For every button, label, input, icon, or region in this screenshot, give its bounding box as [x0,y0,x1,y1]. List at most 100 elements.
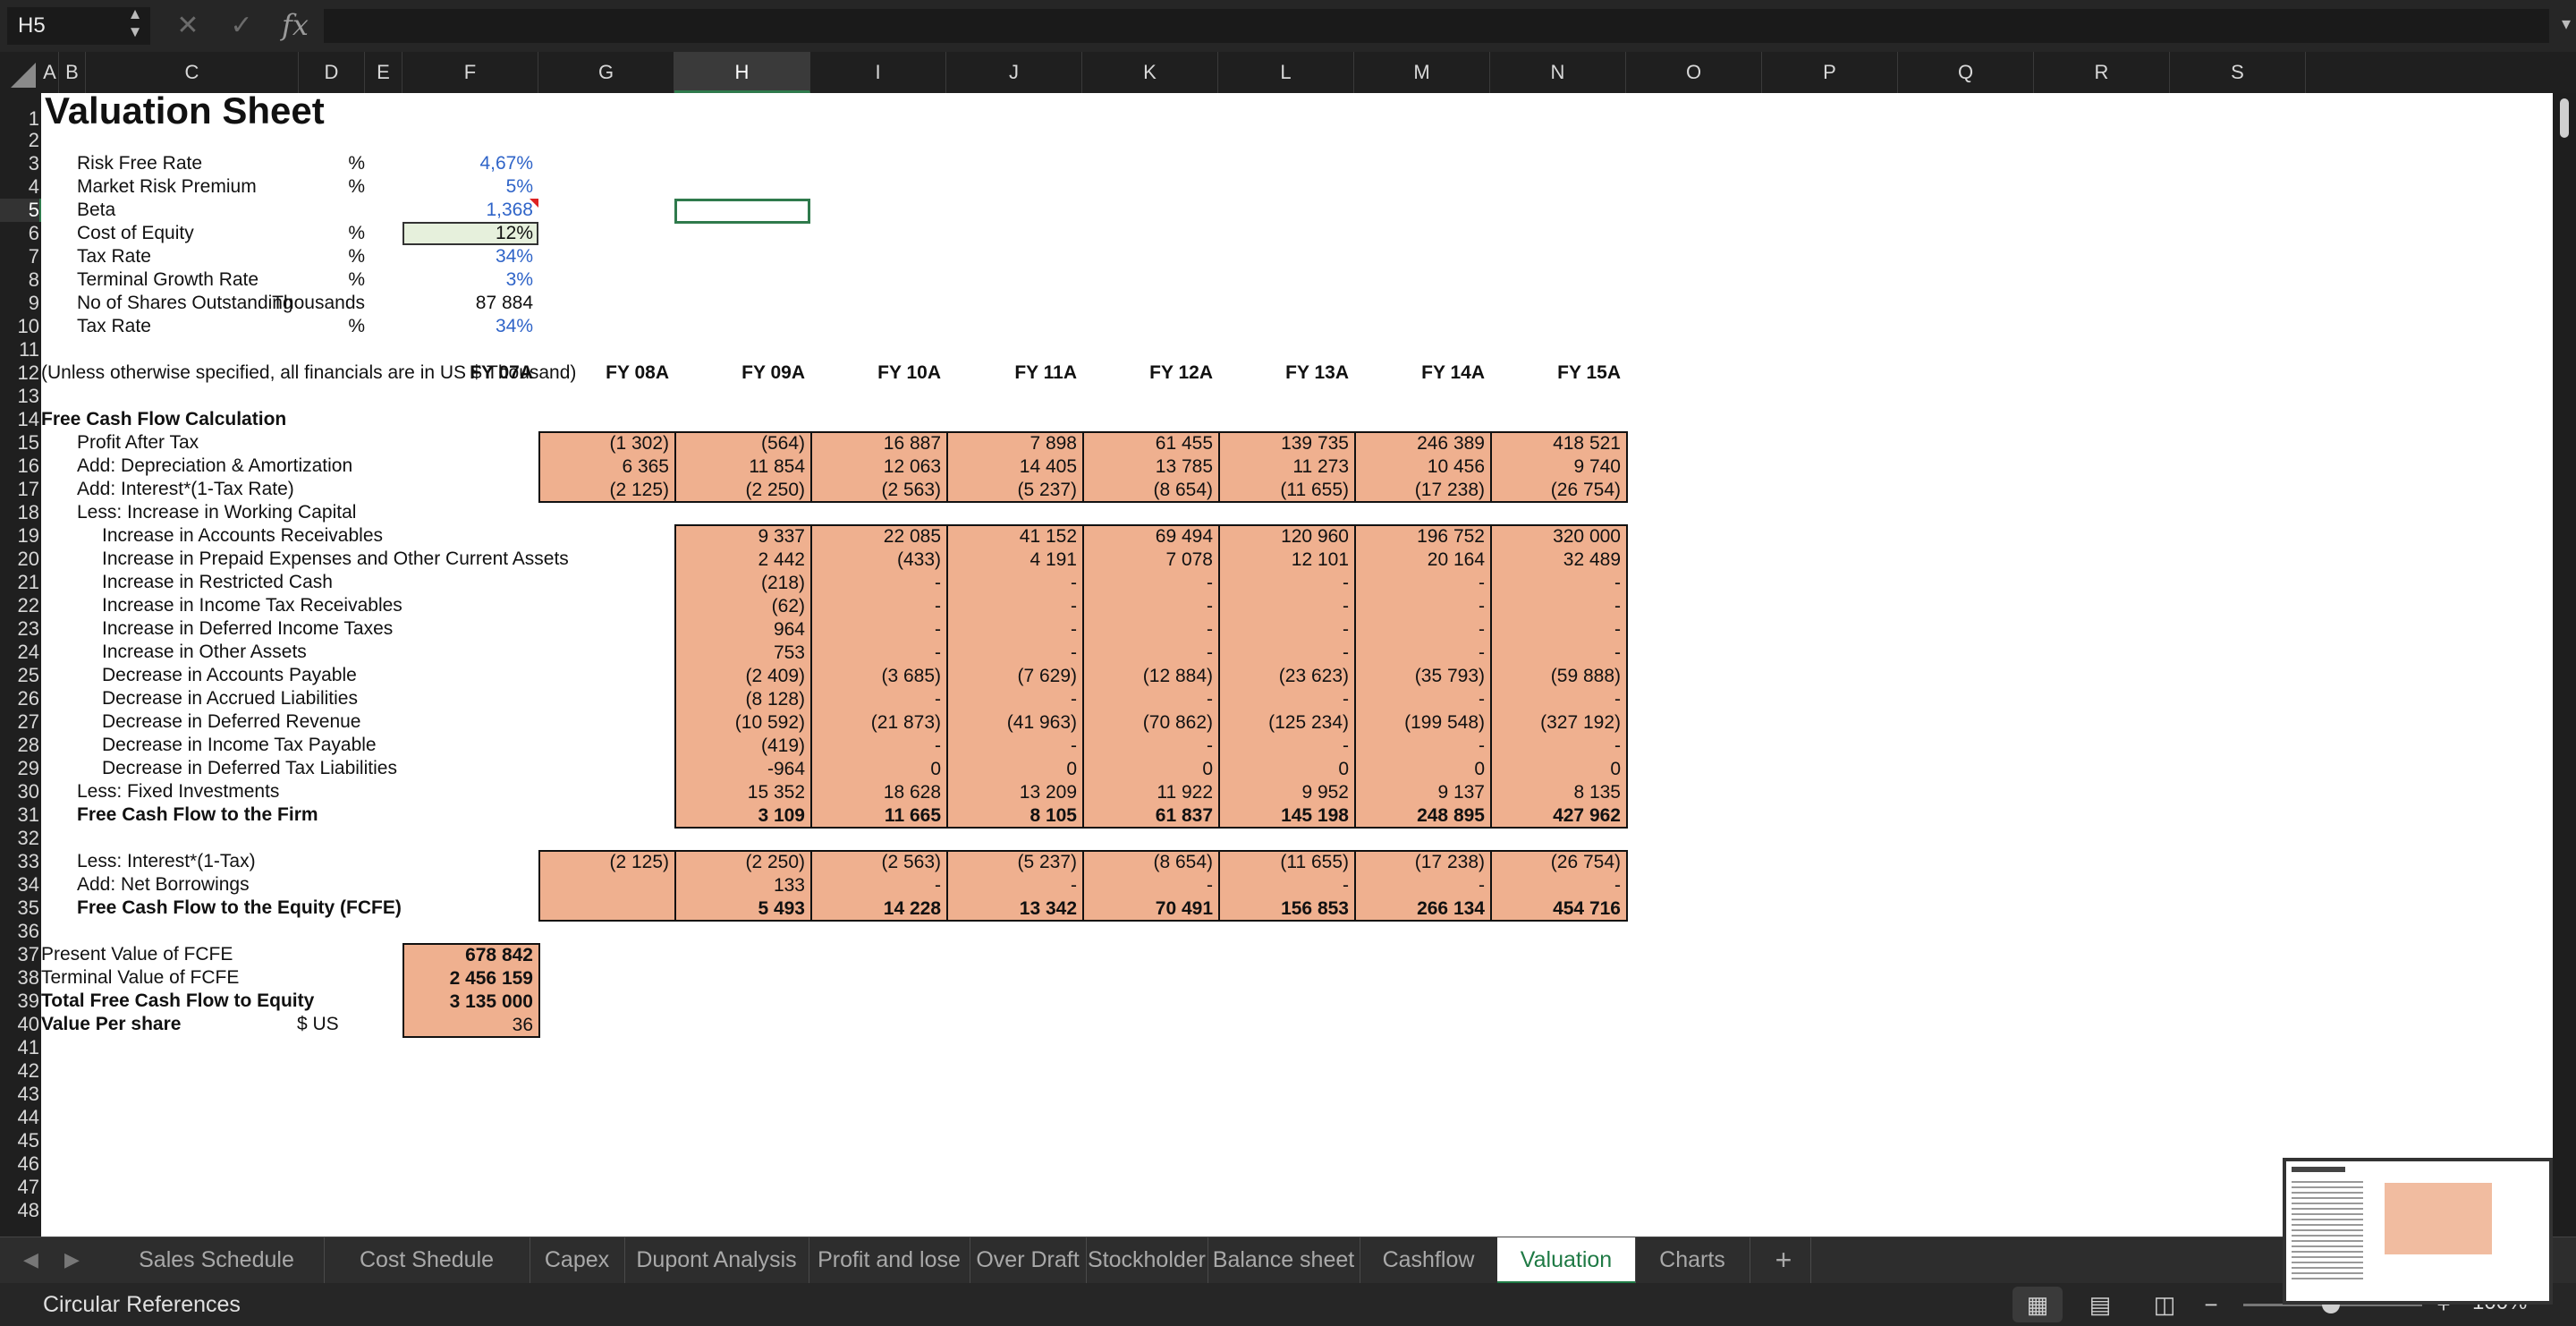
row-header-15[interactable]: 15 [0,431,39,455]
cell-value[interactable]: 8 135 [1490,780,1621,803]
row-header-20[interactable]: 20 [0,548,39,571]
cell-value[interactable]: 120 960 [1218,524,1349,548]
cell-value[interactable]: 418 521 [1490,431,1621,455]
cell-value[interactable]: 753 [674,641,805,664]
cell-value[interactable]: 18 628 [810,780,941,803]
cell-value[interactable]: 20 164 [1354,548,1485,571]
sheet-tab-balance-sheet[interactable]: Balance sheet [1208,1237,1360,1284]
cell-value[interactable]: 156 853 [1218,897,1349,920]
cell-value[interactable]: 139 735 [1218,431,1349,455]
sheet-tab-stockholder[interactable]: Stockholder [1086,1237,1208,1284]
cell-value[interactable]: - [1218,641,1349,664]
tab-scroll-left-icon[interactable]: ◀ [23,1248,38,1271]
page-break-view-icon[interactable]: ◫ [2140,1287,2190,1322]
column-header-k[interactable]: K [1082,52,1218,93]
page-layout-view-icon[interactable]: ▤ [2075,1287,2125,1322]
cell-value[interactable]: - [810,617,941,641]
cell-value[interactable]: (218) [674,571,805,594]
cell-value[interactable]: 14 405 [946,455,1077,478]
cell-value[interactable]: (26 754) [1490,478,1621,501]
cell-value[interactable]: (12 884) [1082,664,1213,687]
cell-value[interactable]: (327 192) [1490,710,1621,734]
cell-value[interactable]: (21 873) [810,710,941,734]
select-all-corner[interactable] [0,52,41,93]
cell-value[interactable]: 0 [1082,757,1213,780]
cell-value[interactable]: - [1490,687,1621,710]
row-header-42[interactable]: 42 [0,1059,39,1083]
sheet-tab-charts[interactable]: Charts [1635,1237,1750,1284]
row-header-10[interactable]: 10 [0,315,39,338]
cell-value[interactable]: (59 888) [1490,664,1621,687]
column-header-n[interactable]: N [1490,52,1626,93]
cell-value[interactable]: - [946,687,1077,710]
cell-value[interactable]: 0 [1218,757,1349,780]
cell-value[interactable]: - [1354,687,1485,710]
cell-value[interactable]: - [1490,641,1621,664]
cell-value[interactable]: (26 754) [1490,850,1621,873]
column-header-r[interactable]: R [2034,52,2170,93]
column-header-g[interactable]: G [538,52,674,93]
row-header-29[interactable]: 29 [0,757,39,780]
cancel-icon[interactable]: ✕ [172,9,204,43]
row-header-9[interactable]: 9 [0,292,39,315]
tab-scroll-right-icon[interactable]: ▶ [64,1248,80,1271]
row-header-45[interactable]: 45 [0,1129,39,1152]
cell-value[interactable]: (199 548) [1354,710,1485,734]
cell-value[interactable]: 266 134 [1354,897,1485,920]
spreadsheet-grid[interactable]: Valuation Sheet Risk Free Rate% 4,67% Marke… [41,93,2553,1237]
column-header-q[interactable]: Q [1898,52,2034,93]
cell-value[interactable]: - [810,873,941,897]
cell-value[interactable]: 964 [674,617,805,641]
zoom-out-icon[interactable]: − [2193,1287,2229,1322]
cell-value[interactable]: (10 592) [674,710,805,734]
cell-value[interactable]: 69 494 [1082,524,1213,548]
row-header-40[interactable]: 40 [0,1013,39,1036]
row-header-23[interactable]: 23 [0,617,39,641]
cell-value[interactable]: - [1490,617,1621,641]
cell-value[interactable]: (1 302) [538,431,669,455]
cell-value[interactable]: (23 623) [1218,664,1349,687]
cell-value[interactable]: - [946,594,1077,617]
cell-value[interactable]: 4 191 [946,548,1077,571]
row-header-22[interactable]: 22 [0,594,39,617]
row-header-17[interactable]: 17 [0,478,39,501]
cell-value[interactable]: (70 862) [1082,710,1213,734]
column-header-h[interactable]: H [674,52,810,93]
cell-value[interactable]: 12 101 [1218,548,1349,571]
row-header-2[interactable]: 2 [0,129,39,152]
cell-value[interactable]: (2 250) [674,850,805,873]
cell-value[interactable]: - [1354,594,1485,617]
row-header-21[interactable]: 21 [0,571,39,594]
cell-value[interactable]: - [810,734,941,757]
cell-value[interactable]: 9 740 [1490,455,1621,478]
row-header-44[interactable]: 44 [0,1106,39,1129]
cell-value[interactable]: - [1082,641,1213,664]
cell-value[interactable]: 3 109 [674,803,805,827]
column-header-s[interactable]: S [2170,52,2306,93]
column-header-o[interactable]: O [1626,52,1762,93]
sheet-tab-profit-and-lose[interactable]: Profit and lose [809,1237,970,1284]
cell-value[interactable]: - [1354,873,1485,897]
cell-value[interactable]: - [1218,687,1349,710]
cell-value[interactable]: (5 237) [946,478,1077,501]
cell-value[interactable]: (8 654) [1082,478,1213,501]
cell-value[interactable]: - [1082,687,1213,710]
column-header-m[interactable]: M [1354,52,1490,93]
cell-value[interactable]: (8 128) [674,687,805,710]
cell-value[interactable]: (62) [674,594,805,617]
cell-value[interactable]: - [946,734,1077,757]
cell-value[interactable]: 9 337 [674,524,805,548]
cell-value[interactable]: - [1354,617,1485,641]
scrollbar-thumb[interactable] [2560,98,2569,138]
row-header-36[interactable]: 36 [0,920,39,943]
cell-value[interactable]: - [1082,594,1213,617]
cell-value[interactable]: 678 842 [402,943,533,966]
cell-value[interactable]: 15 352 [674,780,805,803]
status-circular-references[interactable]: Circular References [43,1292,241,1318]
cell-value[interactable]: 13 785 [1082,455,1213,478]
cell-value[interactable]: 0 [1354,757,1485,780]
confirm-icon[interactable]: ✓ [225,9,258,43]
cell-value[interactable]: - [1354,734,1485,757]
cell-value[interactable]: - [946,873,1077,897]
column-header-e[interactable]: E [365,52,402,93]
